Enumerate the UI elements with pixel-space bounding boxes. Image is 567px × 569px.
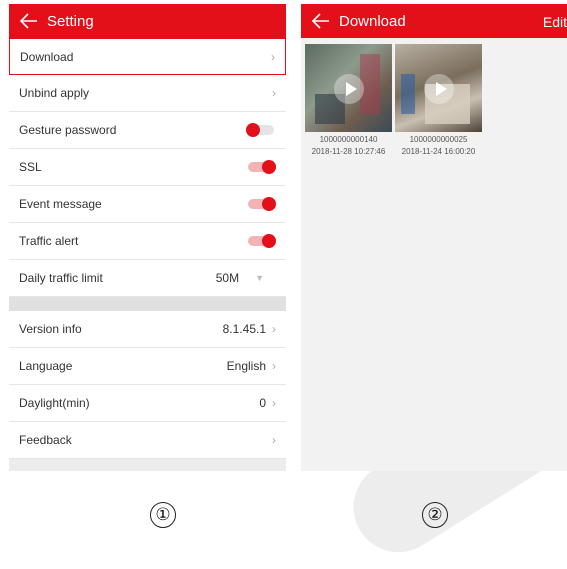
setting-app-bar: Setting (9, 4, 286, 38)
ssl-label: SSL (19, 160, 42, 174)
ssl-toggle[interactable] (246, 160, 276, 174)
chevron-right-icon: › (272, 359, 276, 373)
traffic-alert-toggle[interactable] (246, 234, 276, 248)
chevron-right-icon: › (272, 396, 276, 410)
section-divider (9, 297, 286, 311)
version-info-value: 8.1.45.1 (222, 322, 266, 336)
feedback-label: Feedback (19, 433, 72, 447)
daylight-row[interactable]: Daylight(min) 0 › (9, 385, 286, 422)
play-icon[interactable] (424, 74, 454, 104)
dropdown-triangle-icon: ▼ (255, 273, 264, 283)
chevron-right-icon: › (272, 322, 276, 336)
download-row[interactable]: Download › (9, 38, 286, 75)
video-date: 2018-11-24 16:00:20 (401, 147, 476, 156)
language-row[interactable]: Language English › (9, 348, 286, 385)
video-date: 2018-11-28 10:27:46 (311, 147, 386, 156)
download-label: Download (20, 49, 74, 64)
chevron-right-icon: › (272, 433, 276, 447)
unbind-apply-row[interactable]: Unbind apply › (9, 75, 286, 112)
daily-traffic-limit-select[interactable]: 50M ▼ (216, 271, 264, 285)
download-title: Download (339, 12, 406, 30)
traffic-alert-row: Traffic alert (9, 223, 286, 260)
event-message-toggle[interactable] (246, 197, 276, 211)
setting-screen: Setting Download › Unbind apply › Gestur… (9, 4, 286, 471)
video-name: 1000000000025 (409, 135, 468, 144)
gesture-password-label: Gesture password (19, 123, 117, 137)
back-arrow-icon[interactable] (17, 9, 41, 33)
video-item[interactable]: 1000000000025 2018-11-24 16:00:20 (395, 44, 482, 158)
video-thumbnail[interactable] (395, 44, 482, 132)
gesture-password-row: Gesture password (9, 112, 286, 149)
daily-traffic-limit-row: Daily traffic limit 50M ▼ (9, 260, 286, 297)
setting-title: Setting (47, 12, 94, 30)
edit-button[interactable]: Edit (543, 14, 567, 30)
language-value: English (226, 359, 266, 373)
video-name: 1000000000140 (319, 135, 378, 144)
version-info-label: Version info (19, 322, 82, 336)
daylight-label: Daylight(min) (19, 396, 90, 410)
daily-traffic-limit-value: 50M (215, 271, 240, 285)
daily-traffic-limit-label: Daily traffic limit (19, 271, 103, 285)
step-marker-one: ① (150, 502, 176, 528)
back-arrow-icon[interactable] (309, 9, 333, 33)
language-label: Language (19, 359, 73, 373)
gesture-password-toggle[interactable] (246, 123, 276, 137)
video-item[interactable]: 1000000000140 2018-11-28 10:27:46 (305, 44, 392, 158)
download-screen: Download Edit 1000000000140 2018-11-28 1… (301, 4, 567, 471)
feedback-row[interactable]: Feedback › (9, 422, 286, 459)
event-message-label: Event message (19, 197, 102, 211)
video-thumbnail[interactable] (305, 44, 392, 132)
play-icon[interactable] (334, 74, 364, 104)
ssl-row: SSL (9, 149, 286, 186)
daylight-value: 0 (259, 396, 266, 410)
chevron-right-icon: › (271, 49, 275, 64)
traffic-alert-label: Traffic alert (19, 234, 79, 248)
unbind-apply-label: Unbind apply (19, 86, 90, 100)
step-marker-two: ② (422, 502, 448, 528)
version-info-row[interactable]: Version info 8.1.45.1 › (9, 311, 286, 348)
chevron-right-icon: › (272, 86, 276, 100)
event-message-row: Event message (9, 186, 286, 223)
download-app-bar: Download Edit (301, 4, 567, 38)
download-grid: 1000000000140 2018-11-28 10:27:46 100000… (301, 38, 567, 158)
